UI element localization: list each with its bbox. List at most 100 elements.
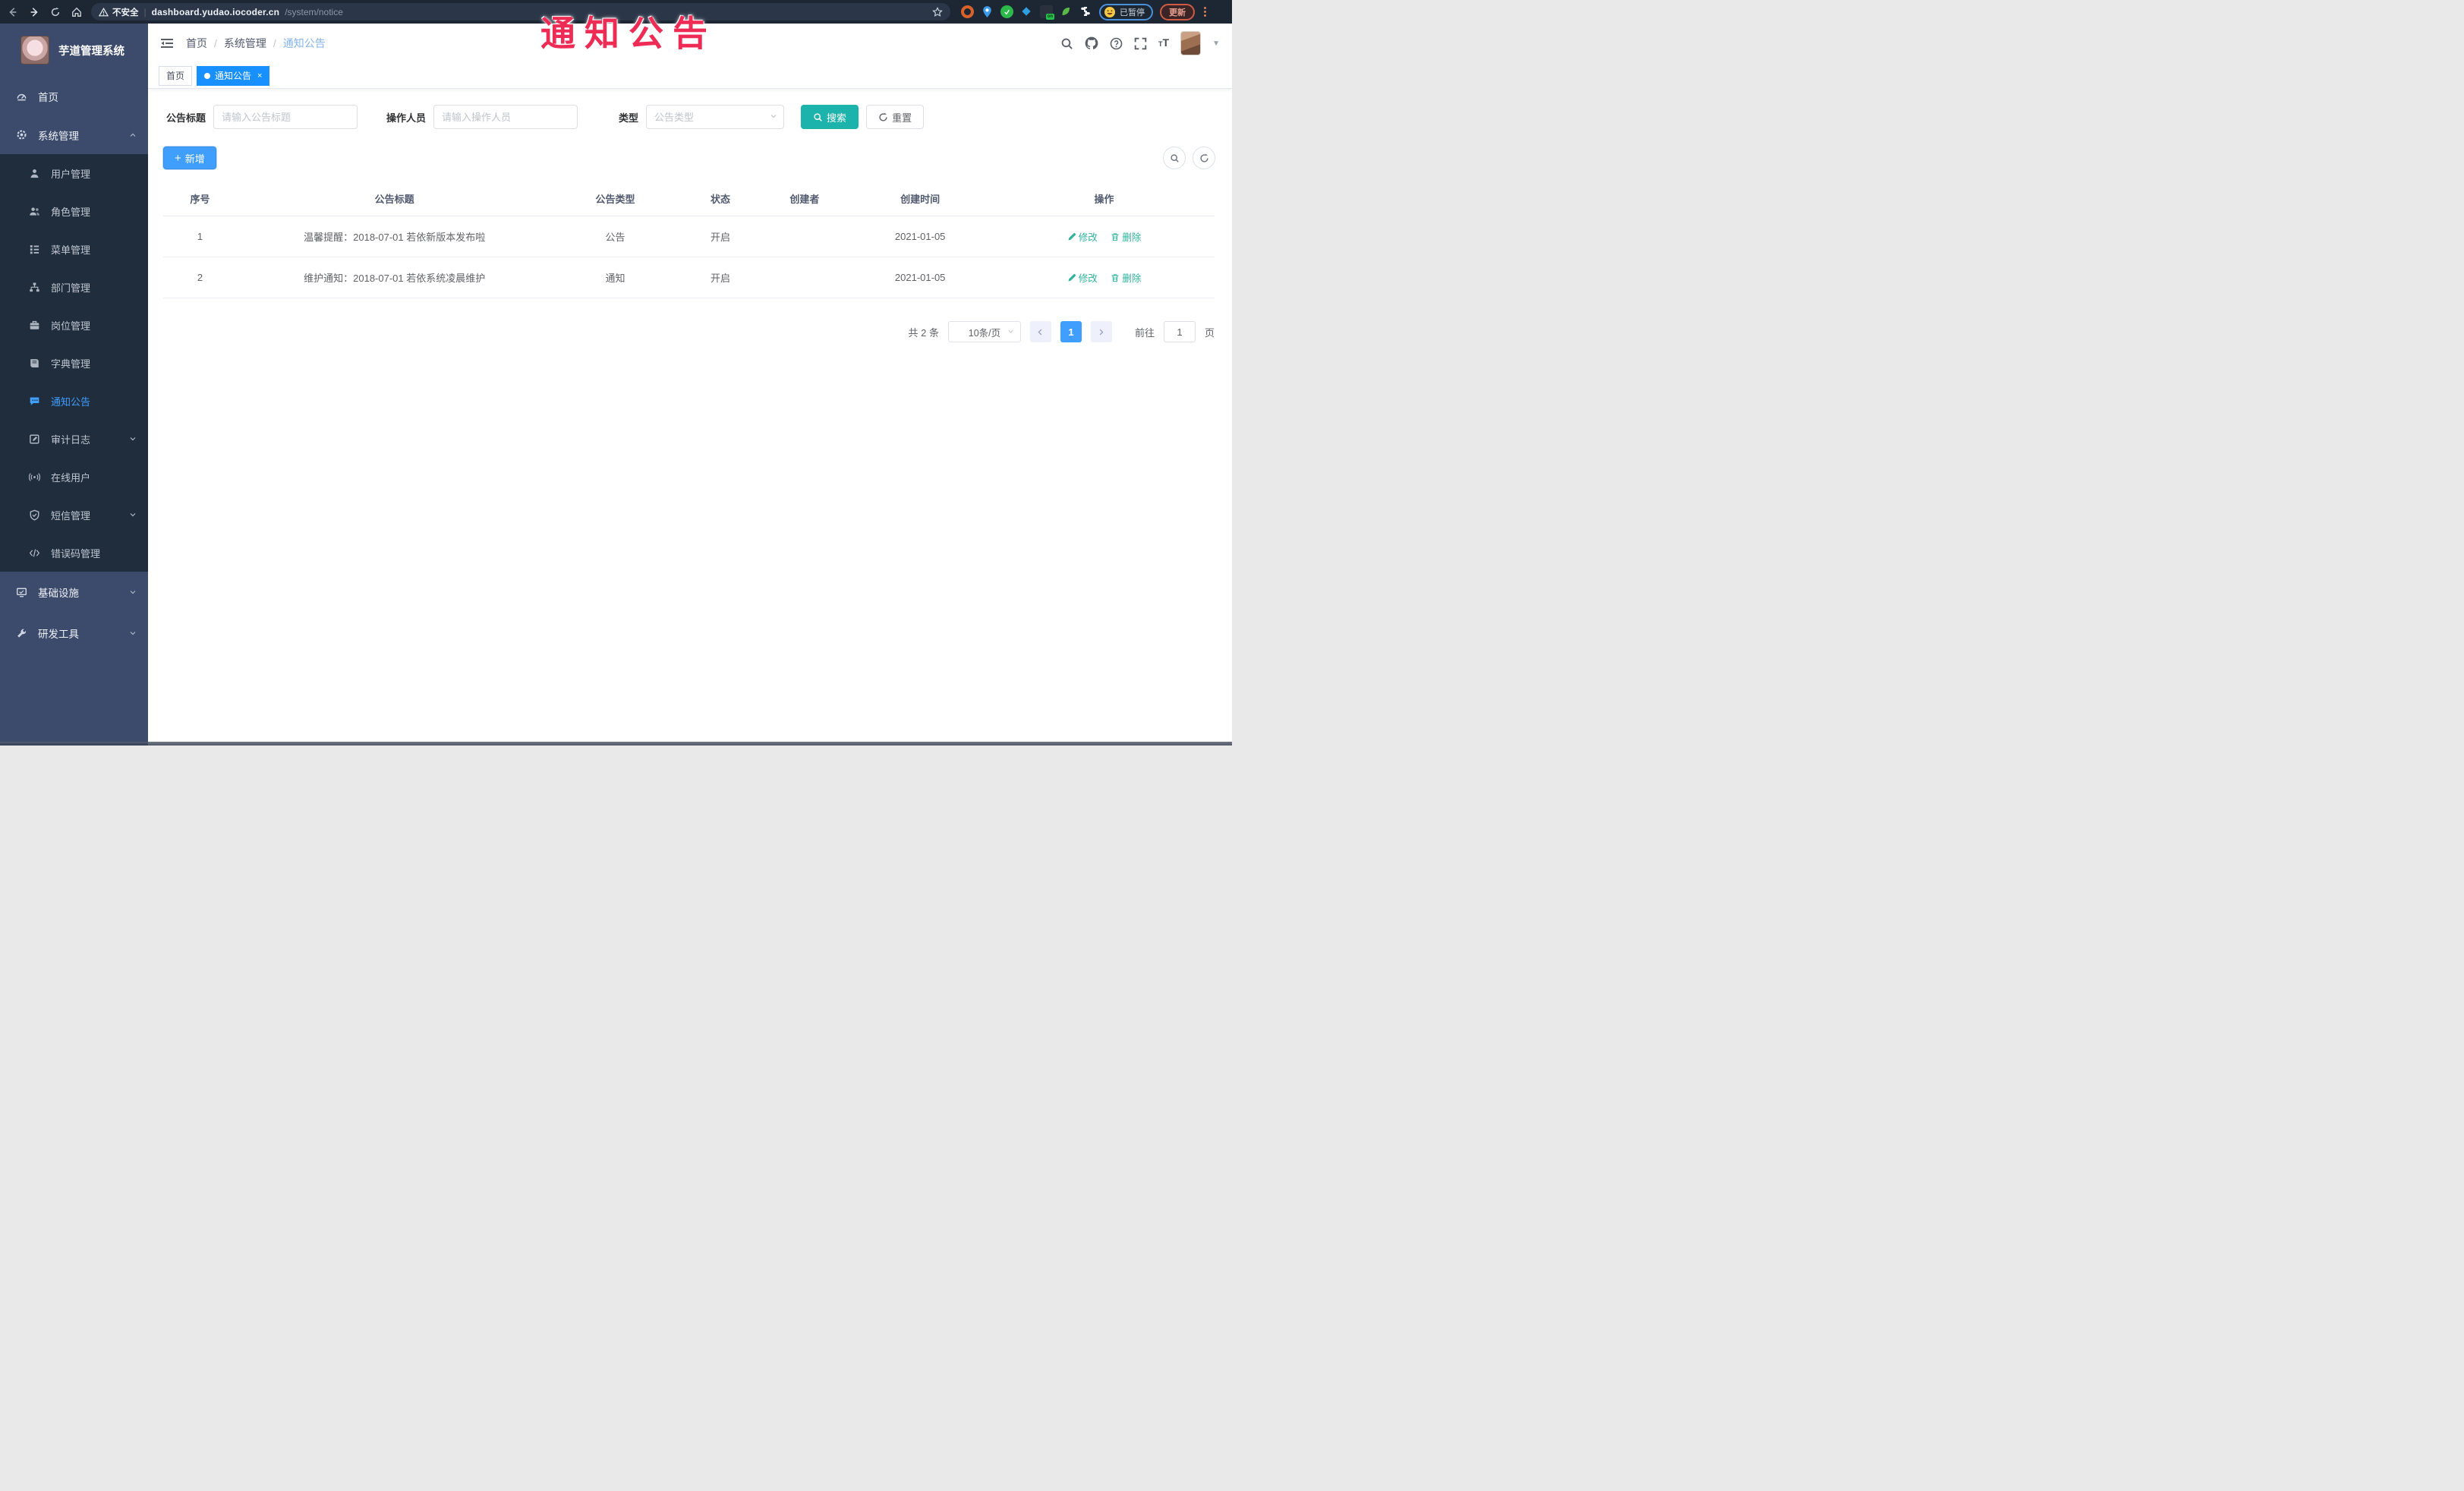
reload-icon[interactable] (49, 5, 62, 19)
col-title: 公告标题 (374, 194, 414, 205)
operator-filter-input[interactable] (433, 105, 578, 129)
page-size-select[interactable]: 10条/页 (947, 321, 1021, 342)
type-select-input[interactable] (646, 105, 785, 129)
sidebar-item-home[interactable]: 首页 (0, 77, 148, 115)
user-icon (28, 167, 40, 179)
extension-pin-icon[interactable] (981, 5, 994, 18)
sidebar-item-sms-mgmt[interactable]: 短信管理 (0, 496, 148, 534)
sidebar-item-audit-log[interactable]: 审计日志 (0, 420, 148, 458)
delete-link[interactable]: 删除 (1111, 270, 1141, 285)
table-tools (1163, 147, 1215, 169)
sidebar-item-dept-mgmt[interactable]: 部门管理 (0, 268, 148, 306)
search-button[interactable]: 搜索 (801, 105, 859, 129)
back-icon[interactable] (6, 5, 20, 19)
extensions-puzzle-icon[interactable] (1079, 5, 1092, 18)
extension-diamond-icon[interactable] (1020, 5, 1033, 18)
sidebar-item-label: 菜单管理 (51, 244, 91, 256)
edit-link[interactable]: 修改 (1067, 229, 1098, 244)
col-actions: 操作 (1094, 194, 1114, 205)
window-bottom-edge (0, 742, 1232, 746)
extension-icons: on 已暂停 更新 (961, 3, 1208, 20)
breadcrumb-home[interactable]: 首页 (186, 36, 207, 51)
address-bar[interactable]: 不安全 | dashboard.yudao.iocoder.cn /system… (91, 3, 950, 20)
refresh-table-button[interactable] (1193, 147, 1215, 169)
sidebar-item-infrastructure[interactable]: 基础设施 (0, 572, 148, 613)
sidebar-item-dict-mgmt[interactable]: 字典管理 (0, 344, 148, 382)
extension-orange-icon[interactable] (961, 5, 974, 18)
pagination: 共 2 条 10条/页 1 前往 页 (163, 321, 1215, 342)
sidebar-item-label: 部门管理 (51, 282, 91, 294)
font-size-icon[interactable]: TT (1158, 36, 1169, 50)
home-icon[interactable] (70, 5, 83, 19)
update-button[interactable]: 更新 (1160, 3, 1195, 20)
sidebar-item-system-mgmt[interactable]: 系统管理 (0, 115, 148, 154)
collapse-sidebar-icon[interactable] (160, 37, 174, 49)
org-tree-icon (28, 281, 40, 293)
wrench-icon (15, 627, 27, 639)
filter-form: 公告标题 操作人员 类型 搜索 (163, 105, 1221, 129)
main-area: 首页 / 系统管理 / 通知公告 TT ▼ 首页 通知公告 × 公告标题 请输入… (148, 24, 1232, 746)
fullscreen-icon[interactable] (1134, 37, 1147, 50)
title-filter-input[interactable] (213, 105, 358, 129)
security-label: 不安全 (112, 8, 139, 17)
sidebar-item-notice[interactable]: 通知公告 (0, 382, 148, 420)
prev-page-button[interactable] (1029, 321, 1051, 342)
extension-green-icon[interactable] (1000, 5, 1013, 18)
table-row: 2 维护通知：2018-07-01 若依系统凌晨维护 通知 开启 2021-01… (163, 257, 1215, 298)
profile-paused-chip[interactable]: 已暂停 (1099, 3, 1153, 20)
github-icon[interactable] (1085, 36, 1098, 50)
bookmark-star-icon[interactable] (932, 6, 943, 17)
app-title: 芋道管理系统 (58, 45, 124, 58)
col-creator: 创建者 (789, 194, 820, 205)
chevron-down-icon (128, 588, 137, 597)
page-number-1[interactable]: 1 (1060, 321, 1082, 342)
sidebar-item-role-mgmt[interactable]: 角色管理 (0, 192, 148, 230)
breadcrumb-system[interactable]: 系统管理 (224, 36, 266, 51)
sidebar-item-label: 基础设施 (38, 588, 79, 599)
cell-title: 维护通知：2018-07-01 若依系统凌晨维护 (304, 273, 486, 284)
cell-seq: 2 (197, 272, 203, 283)
extension-leaf-icon[interactable] (1060, 5, 1073, 18)
message-bubble-icon (28, 395, 40, 407)
goto-page-input[interactable] (1163, 321, 1196, 342)
avatar[interactable] (1180, 31, 1202, 55)
search-icon[interactable] (1060, 37, 1073, 50)
sidebar-item-post-mgmt[interactable]: 岗位管理 (0, 306, 148, 344)
sidebar-item-errorcode-mgmt[interactable]: 错误码管理 (0, 534, 148, 572)
pencil-icon (1068, 273, 1076, 281)
sidebar-item-label: 短信管理 (51, 509, 91, 522)
header-actions: TT ▼ (1060, 31, 1220, 55)
refresh-icon (879, 112, 887, 121)
table-toolbar: + 新增 (163, 147, 1221, 169)
help-icon[interactable] (1110, 37, 1123, 50)
sidebar-item-user-mgmt[interactable]: 用户管理 (0, 154, 148, 192)
browser-menu-icon[interactable] (1202, 7, 1208, 17)
tab-home[interactable]: 首页 (159, 65, 193, 86)
forward-icon[interactable] (27, 5, 41, 19)
security-warning[interactable]: 不安全 (99, 6, 139, 18)
sidebar-item-label: 系统管理 (38, 130, 79, 142)
extension-on-badge-icon[interactable]: on (1040, 5, 1054, 20)
edit-link[interactable]: 修改 (1067, 270, 1098, 285)
tab-notice[interactable]: 通知公告 × (197, 65, 270, 86)
sidebar-item-label: 岗位管理 (51, 320, 91, 332)
add-button[interactable]: + 新增 (163, 147, 216, 169)
sidebar-item-online-users[interactable]: 在线用户 (0, 458, 148, 496)
sidebar-item-label: 研发工具 (38, 629, 79, 640)
sidebar-item-menu-mgmt[interactable]: 菜单管理 (0, 230, 148, 268)
app-logo-row[interactable]: 芋道管理系统 (0, 24, 148, 77)
reset-button[interactable]: 重置 (866, 105, 925, 129)
show-search-toggle-button[interactable] (1163, 147, 1186, 169)
close-tab-icon[interactable]: × (257, 71, 262, 80)
shield-check-icon (28, 509, 40, 521)
sidebar-item-dev-tools[interactable]: 研发工具 (0, 613, 148, 654)
type-filter-select[interactable] (646, 105, 785, 129)
active-dot (204, 72, 211, 79)
monitor-icon (15, 586, 27, 598)
cell-type: 通知 (605, 273, 625, 284)
delete-link[interactable]: 删除 (1111, 229, 1141, 244)
caret-down-icon[interactable]: ▼ (1212, 39, 1220, 48)
next-page-button[interactable] (1090, 321, 1112, 342)
breadcrumb-current: 通知公告 (282, 37, 326, 49)
book-icon (28, 357, 40, 369)
